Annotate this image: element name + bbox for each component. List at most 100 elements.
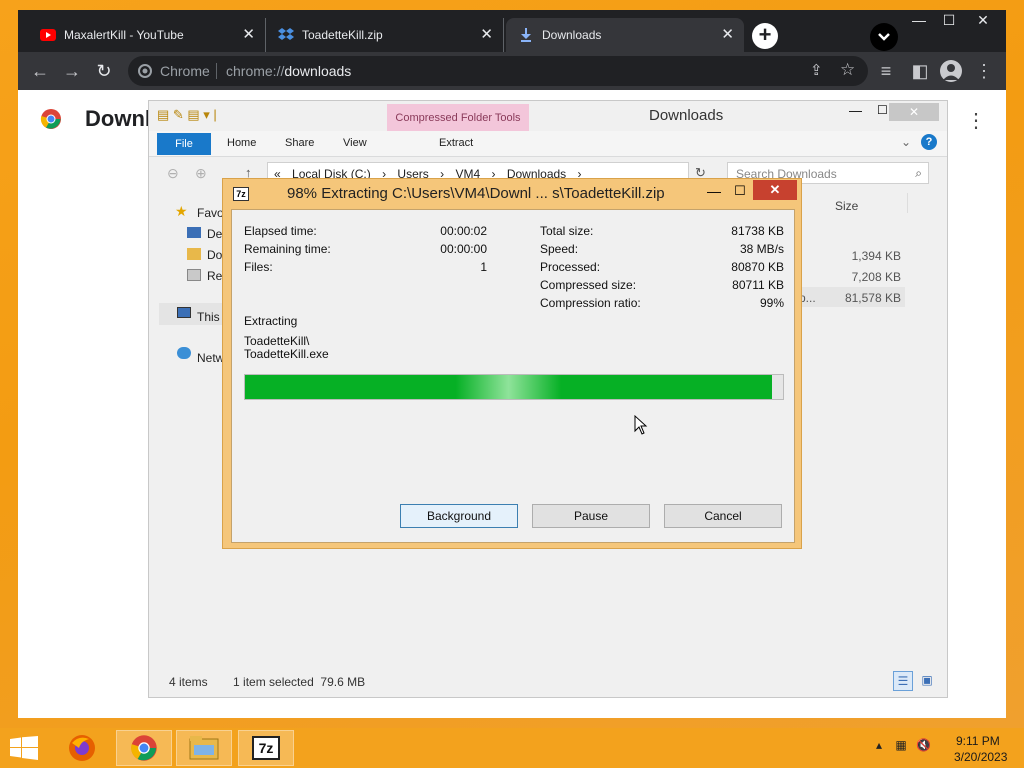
omnibox-scheme: Chrome: [160, 63, 210, 79]
tab-youtube[interactable]: MaxalertKill - YouTube ✕: [28, 18, 266, 52]
stat-value: 00:00:02: [440, 224, 487, 238]
details-view-icon[interactable]: ☰: [893, 671, 913, 691]
tab-label: ToadetteKill.zip: [302, 28, 383, 42]
close-icon[interactable]: ✕: [968, 10, 998, 32]
downloads-folder-icon: [187, 248, 201, 260]
tab-search-button[interactable]: [870, 23, 898, 51]
mouse-cursor-icon: [634, 415, 648, 435]
forward-arrow-icon[interactable]: →: [62, 61, 82, 81]
taskbar-7zip[interactable]: 7z: [238, 730, 294, 766]
back-arrow-icon[interactable]: ←: [30, 61, 50, 81]
page-title: Downl: [85, 106, 151, 131]
item-count: 4 items: [169, 675, 208, 689]
desktop-icon: [187, 227, 201, 238]
stat-value: 80711 KB: [732, 278, 784, 292]
cancel-button[interactable]: Cancel: [664, 504, 782, 528]
maximize-icon[interactable]: ☐: [877, 103, 888, 117]
taskbar-chrome[interactable]: [116, 730, 172, 766]
new-tab-button[interactable]: +: [752, 23, 778, 49]
network-status-icon[interactable]: ▦: [895, 738, 906, 752]
stat-value: 99%: [759, 296, 784, 310]
clock-time[interactable]: 9:11 PM: [956, 734, 1000, 748]
close-icon[interactable]: ✕: [753, 180, 797, 200]
folder-icon: [189, 736, 219, 760]
nav-network[interactable]: Netw: [197, 351, 224, 365]
search-icon: ⌕: [915, 166, 922, 180]
tab-dropbox[interactable]: ToadetteKill.zip ✕: [266, 18, 504, 52]
media-queue-icon[interactable]: ≡: [876, 61, 896, 81]
stat-label: Files:: [244, 260, 273, 274]
nav-this-pc[interactable]: This: [197, 310, 220, 324]
pause-button[interactable]: Pause: [532, 504, 650, 528]
ribbon-tab-home[interactable]: Home: [227, 137, 256, 149]
ribbon-tabs: File Home Share View Extract ⌄ ?: [149, 131, 947, 157]
share-icon[interactable]: ⇪: [810, 61, 823, 79]
bookmark-star-icon[interactable]: ☆: [840, 60, 855, 80]
back-arrow-icon[interactable]: ⊖: [167, 165, 179, 182]
maximize-icon[interactable]: ☐: [727, 181, 753, 201]
nav-recent[interactable]: Re: [207, 269, 222, 283]
start-windows-icon[interactable]: [10, 736, 38, 763]
background-button[interactable]: Background: [400, 504, 518, 528]
file-size: 81,578 KB: [844, 291, 901, 305]
side-panel-icon[interactable]: ◧: [910, 61, 930, 81]
context-tab-label[interactable]: Compressed Folder Tools: [387, 104, 529, 131]
taskbar: 7z ▴ ▦ 🔇 9:11 PM 3/20/2023: [0, 728, 1024, 768]
volume-muted-icon[interactable]: 🔇: [916, 738, 931, 752]
tab-label: MaxalertKill - YouTube: [64, 28, 184, 42]
help-icon[interactable]: ?: [921, 134, 937, 150]
taskbar-file-explorer[interactable]: [176, 730, 232, 766]
file-size: 7,208 KB: [851, 270, 901, 284]
sevenzip-dialog: 7z 98% Extracting C:\Users\VM4\Downl ...…: [222, 178, 802, 549]
minimize-icon[interactable]: —: [904, 10, 934, 32]
system-tray[interactable]: ▴ ▦ 🔇: [876, 738, 931, 752]
chrome-logo-icon: [40, 109, 61, 129]
large-icons-view-icon[interactable]: ▣: [917, 671, 937, 691]
chrome-icon: [131, 735, 157, 761]
kebab-menu-icon[interactable]: ⋮: [966, 108, 986, 133]
close-icon[interactable]: ✕: [889, 103, 939, 121]
window-title: Downloads: [649, 107, 724, 124]
firefox-icon: [69, 735, 95, 761]
close-icon[interactable]: ✕: [721, 27, 734, 43]
chevron-down-icon: [878, 33, 890, 41]
chevron-up-icon[interactable]: ▴: [876, 738, 882, 752]
ribbon-tab-extract[interactable]: Extract: [439, 137, 473, 149]
status-bar: 4 items 1 item selected 79.6 MB: [169, 675, 365, 689]
stat-value: 00:00:00: [440, 242, 487, 256]
omnibox[interactable]: Chrome chrome://downloads ⇪ ☆: [128, 56, 868, 86]
star-icon: ★: [175, 203, 188, 219]
tab-downloads[interactable]: Downloads ✕: [506, 18, 744, 52]
minimize-icon[interactable]: —: [701, 181, 727, 201]
maximize-icon[interactable]: ☐: [934, 10, 964, 32]
progress-fill: [245, 375, 772, 399]
network-icon: [177, 347, 191, 359]
reload-icon[interactable]: ↻: [94, 61, 114, 81]
sevenzip-logo-icon: 7z: [252, 736, 280, 760]
stat-label: Total size:: [540, 224, 594, 238]
quick-access-toolbar[interactable]: ▤ ✎ ▤ ▾ |: [157, 107, 217, 123]
nav-downloads[interactable]: Do: [207, 248, 222, 262]
ribbon-tab-share[interactable]: Share: [285, 137, 314, 149]
sevenzip-logo-icon: 7z: [233, 187, 249, 201]
nav-favorites[interactable]: Favo: [197, 206, 224, 220]
current-file-path: ToadetteKill\: [244, 334, 310, 348]
close-icon[interactable]: ✕: [242, 27, 255, 43]
kebab-menu-icon[interactable]: ⋮: [974, 61, 994, 81]
profile-avatar-icon[interactable]: [940, 60, 962, 82]
minimize-icon[interactable]: —: [849, 103, 862, 118]
clock-date[interactable]: 3/20/2023: [954, 750, 1007, 764]
selection-info: 1 item selected 79.6 MB: [233, 675, 366, 689]
close-icon[interactable]: ✕: [480, 27, 493, 43]
taskbar-firefox[interactable]: [54, 730, 110, 766]
current-file-name: ToadetteKill.exe: [244, 347, 329, 361]
dialog-body: Elapsed time: 00:00:02 Remaining time: 0…: [231, 209, 795, 543]
chevron-down-icon[interactable]: ⌄: [901, 135, 911, 149]
forward-arrow-icon[interactable]: ⊕: [195, 165, 207, 182]
stat-label: Elapsed time:: [244, 224, 317, 238]
ribbon-tab-file[interactable]: File: [157, 133, 211, 155]
nav-desktop[interactable]: De: [207, 227, 222, 241]
ribbon-tab-view[interactable]: View: [343, 137, 367, 149]
computer-icon: [177, 307, 191, 318]
column-header-size[interactable]: Size: [835, 199, 858, 213]
